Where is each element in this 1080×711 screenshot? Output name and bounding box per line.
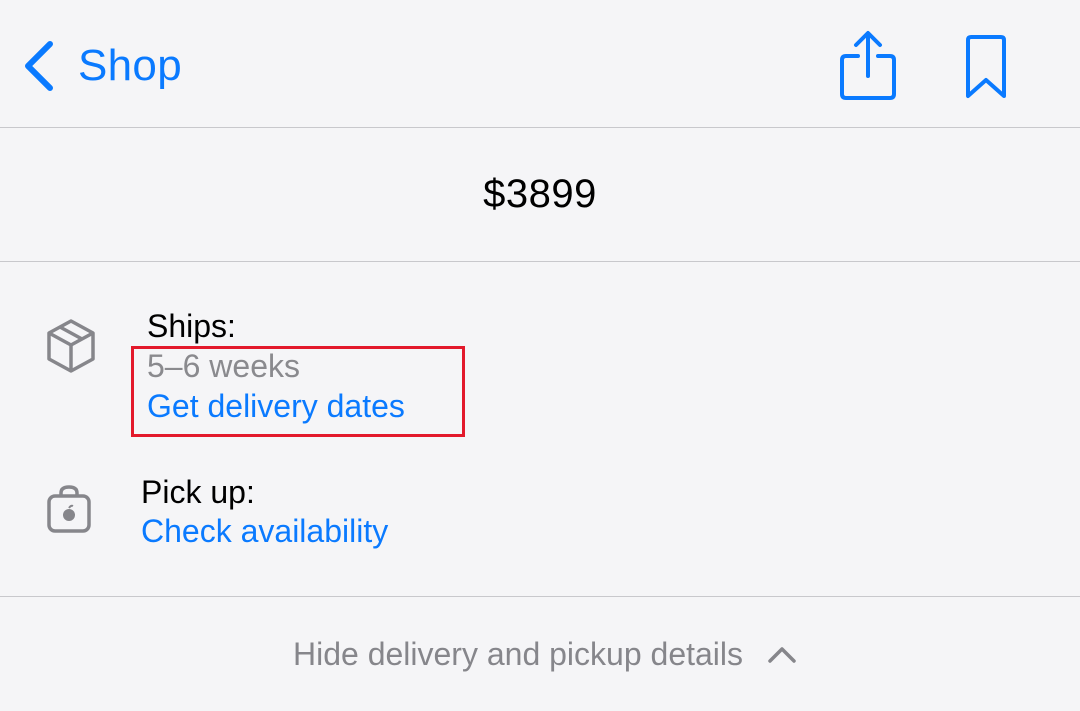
ships-label: Ships:: [147, 308, 236, 344]
product-purchase-panel: Shop $3899 Ships: 5–6 weeks Get delivery…: [0, 0, 1080, 711]
hide-details-toggle[interactable]: Hide delivery and pickup details: [0, 597, 1080, 711]
navigation-bar: Shop: [0, 0, 1080, 128]
chevron-left-icon: [25, 41, 53, 91]
highlight-annotation: [131, 346, 465, 437]
box-icon: [47, 319, 95, 373]
back-button[interactable]: Shop: [22, 36, 182, 96]
hide-details-label: Hide delivery and pickup details: [292, 635, 744, 672]
price-row: $3899: [0, 128, 1080, 262]
pickup-label: Pick up:: [141, 474, 255, 510]
product-price: $3899: [483, 172, 597, 216]
bag-icon: [47, 485, 91, 533]
chevron-up-icon: [768, 647, 796, 663]
delivery-pickup-details: Ships: 5–6 weeks Get delivery dates Pick…: [0, 262, 1080, 597]
check-availability-link[interactable]: Check availability: [141, 513, 388, 550]
back-button-label: Shop: [78, 41, 182, 90]
share-icon[interactable]: [838, 30, 898, 102]
bookmark-icon[interactable]: [962, 34, 1010, 100]
